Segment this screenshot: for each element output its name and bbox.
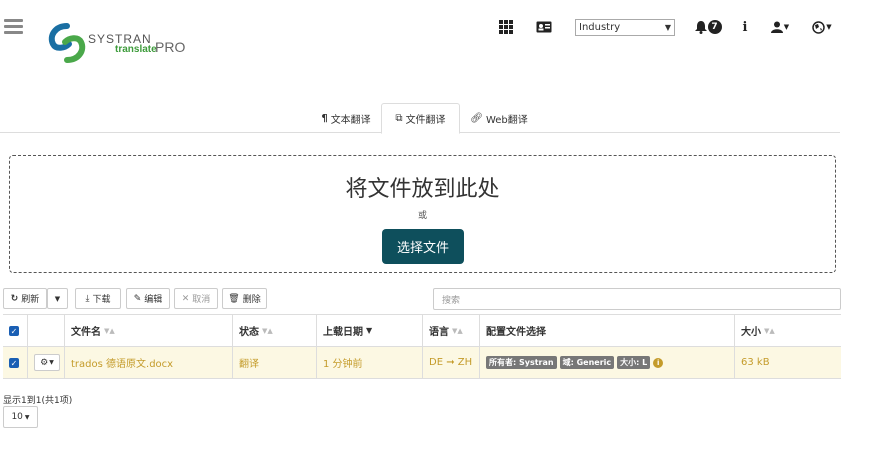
user-icon [770,21,783,33]
size-tag: 大小: L [617,356,651,369]
domain-tag: 域: Generic [559,356,615,369]
sort-icon: ▼▲ [764,326,775,335]
sort-icon: ▼▲ [452,326,463,335]
refresh-options-dropdown[interactable]: ▼ [47,288,68,309]
header-filename[interactable]: 文件名 ▼▲ [65,315,233,346]
search-input[interactable]: 搜索 [433,288,841,310]
download-button[interactable]: ⤓ 下载 [75,288,121,309]
delete-label: 删除 [242,295,261,305]
pilcrow-icon: ¶ [321,112,328,124]
cancel-button[interactable]: ✕ 取消 [174,288,218,309]
caret-down-icon: ▼ [826,23,832,31]
refresh-label: 刷新 [21,295,40,305]
row-language: DE ➞ ZH [423,347,480,378]
header-size[interactable]: 大小 ▼▲ [735,315,841,346]
select-all-cell: ✓ [3,315,28,346]
header-label: 文件名 [71,327,101,338]
user-menu-button[interactable]: ▼ [769,19,791,35]
header-label: 上载日期 [323,327,363,338]
trash-icon: 🗑︎ [228,293,240,304]
download-icon: ⤓ [85,293,90,304]
caret-down-icon: ▼ [24,413,30,421]
table-header-row: ✓ 文件名 ▼▲ 状态 ▼▲ 上载日期 ▼ 语言 ▼▲ 配置文件选择 大小 ▼▲ [3,314,841,347]
row-checkbox[interactable]: ✓ [9,357,19,368]
tab-file-translation[interactable]: ⧉ 文件翻译 [381,103,460,134]
header-label: 大小 [741,327,761,338]
systran-logo[interactable]: SYSTRAN translate PRO [47,22,187,66]
files-icon: ⧉ [395,113,403,124]
refresh-icon: ↻ [10,293,19,304]
info-icon[interactable]: i [653,357,664,368]
industry-select[interactable]: Industry ▼ [575,19,675,36]
tab-web-translation[interactable]: 🔗︎ Web翻译 [463,103,535,133]
refresh-button[interactable]: ↻ 刷新 [3,288,47,309]
header-label: 状态 [239,327,259,338]
caret-down-icon: ▼ [664,23,671,32]
tab-label: 文本翻译 [330,114,371,126]
dropzone-or: 或 [417,211,427,221]
apps-grid-icon[interactable] [498,19,514,35]
industry-select-value: Industry [579,22,621,33]
header-label: 语言 [429,327,449,338]
notifications-button[interactable]: 7 [692,19,724,35]
owner-tag: 所有者: Systran [486,356,557,369]
pencil-icon: ✎ [133,293,142,304]
row-filename[interactable]: trados 德语原文.docx [65,347,233,378]
row-profile: 所有者: Systran 域: Generic 大小: L i [480,347,735,378]
hamburger-menu-icon[interactable] [4,19,23,35]
actions-header [28,315,65,346]
header-status[interactable]: 状态 ▼▲ [233,315,317,346]
id-card-icon[interactable] [535,19,553,35]
choose-file-button[interactable]: 选择文件 [382,229,464,264]
table-row[interactable]: ✓ ⚙ ▼ trados 德语原文.docx 翻译 1 分钟前 DE ➞ ZH 所… [3,347,841,379]
header-upload-date[interactable]: 上载日期 ▼ [317,315,423,346]
caret-down-icon: ▼ [49,359,54,366]
caret-down-icon: ▼ [54,294,61,303]
sort-desc-icon: ▼ [366,326,373,335]
delete-button[interactable]: 🗑︎ 删除 [222,288,267,309]
sort-icon: ▼▲ [104,326,115,335]
select-all-checkbox[interactable]: ✓ [9,325,19,336]
info-icon[interactable]: i [740,19,750,35]
edit-button[interactable]: ✎ 编辑 [126,288,170,309]
gear-icon: ⚙ [40,357,49,368]
header-language[interactable]: 语言 ▼▲ [423,315,480,346]
search-placeholder: 搜索 [442,295,461,306]
per-page-select[interactable]: 10 ▼ [3,406,38,428]
link-icon: 🔗︎ [470,112,483,124]
swirl-logo-icon [48,23,86,63]
per-page-value: 10 [11,412,23,422]
row-actions-button[interactable]: ⚙ ▼ [34,354,60,371]
tab-label: Web翻译 [485,114,528,126]
tab-label: 文件翻译 [405,115,446,126]
language-menu-button[interactable]: ▼ [810,19,834,35]
row-upload-date: 1 分钟前 [317,347,423,378]
edit-label: 编辑 [144,295,163,305]
cancel-label: 取消 [192,295,211,305]
download-label: 下载 [92,295,111,305]
bell-icon [694,20,707,34]
pagination-summary: 显示1到1(共1项) [3,396,73,406]
dropzone-title: 将文件放到此处 [345,177,500,202]
header-label: 配置文件选择 [486,327,546,338]
row-size: 63 kB [741,357,770,368]
caret-down-icon: ▼ [783,23,790,31]
sort-icon: ▼▲ [262,326,273,335]
close-icon: ✕ [181,293,190,304]
row-status: 翻译 [233,347,317,378]
header-profile: 配置文件选择 [480,315,735,346]
notification-count-badge: 7 [707,20,722,34]
row-select-cell: ✓ [3,347,28,378]
logo-sub: translate [115,44,157,55]
row-actions-cell: ⚙ ▼ [28,347,65,378]
logo-pro: PRO [155,39,186,55]
globe-icon [812,20,826,34]
tab-text-translation[interactable]: ¶ 文本翻译 [310,103,382,133]
